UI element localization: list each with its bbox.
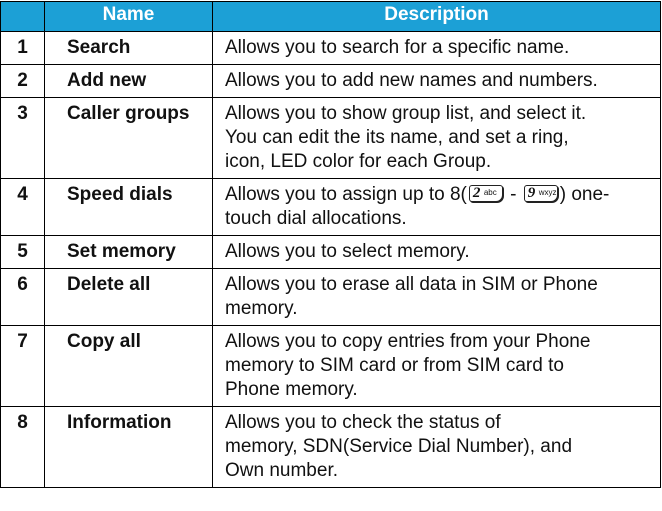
- row-name: Add new: [44, 64, 213, 98]
- row-name: Delete all: [44, 268, 213, 326]
- key-digit: 9: [527, 185, 536, 201]
- menu-description-table: Name Description 1 Search Allows you to …: [0, 1, 661, 488]
- row-description: Allows you to assign up to 8(2 abc - 9 wxy…: [212, 178, 661, 236]
- row-description: Allows you to show group list, and selec…: [212, 97, 661, 179]
- table-row: 4 Speed dials Allows you to assign up to…: [0, 178, 661, 236]
- description-line: icon, LED color for each Group.: [225, 151, 492, 172]
- description-line: Allows you to check the status of: [225, 412, 501, 433]
- key-2-abc-icon: 2 abc: [468, 185, 503, 202]
- description-line: Allows you to search for a specific name…: [225, 37, 570, 58]
- description-text: ) one-: [559, 184, 610, 205]
- description-line: memory.: [225, 298, 298, 319]
- table-row: 6 Delete all Allows you to erase all dat…: [0, 268, 661, 326]
- key-9-wxyz-icon: 9 wxyz: [523, 185, 558, 202]
- row-name: Copy all: [44, 325, 213, 407]
- description-line: You can edit the its name, and set a rin…: [225, 127, 569, 148]
- description-line: Own number.: [225, 460, 338, 481]
- row-number: 5: [0, 235, 45, 269]
- header-number-cell: [0, 1, 45, 32]
- row-description: Allows you to erase all data in SIM or P…: [212, 268, 661, 326]
- row-description: Allows you to search for a specific name…: [212, 31, 661, 65]
- table-row: 1 Search Allows you to search for a spec…: [0, 31, 661, 65]
- description-line: Allows you to erase all data in SIM or P…: [225, 274, 598, 295]
- table-header-row: Name Description: [0, 1, 661, 32]
- description-text: Allows you to assign up to 8(: [225, 184, 467, 205]
- row-number: 8: [0, 406, 45, 488]
- row-name: Information: [44, 406, 213, 488]
- description-text: -: [510, 184, 517, 205]
- table-row: 5 Set memory Allows you to select memory…: [0, 235, 661, 269]
- row-description: Allows you to check the status of memory…: [212, 406, 661, 488]
- header-name-cell: Name: [44, 1, 213, 32]
- key-digit: 2: [472, 185, 481, 201]
- description-line: Allows you to copy entries from your Pho…: [225, 331, 591, 352]
- row-name: Search: [44, 31, 213, 65]
- header-description-cell: Description: [212, 1, 661, 32]
- description-line: Allows you to add new names and numbers.: [225, 70, 598, 91]
- description-line: Allows you to show group list, and selec…: [225, 103, 587, 124]
- description-line: memory, SDN(Service Dial Number), and: [225, 436, 573, 457]
- row-number: 1: [0, 31, 45, 65]
- row-name: Set memory: [44, 235, 213, 269]
- table-row: 2 Add new Allows you to add new names an…: [0, 64, 661, 98]
- table-row: 7 Copy all Allows you to copy entries fr…: [0, 325, 661, 407]
- row-number: 7: [0, 325, 45, 407]
- row-number: 3: [0, 97, 45, 179]
- description-line: Allows you to select memory.: [225, 241, 470, 262]
- description-line: memory to SIM card or from SIM card to: [225, 355, 564, 376]
- table-row: 8 Information Allows you to check the st…: [0, 406, 661, 488]
- row-name: Caller groups: [44, 97, 213, 179]
- row-number: 6: [0, 268, 45, 326]
- row-number: 4: [0, 178, 45, 236]
- key-letters: wxyz: [538, 188, 557, 197]
- key-letters: abc: [483, 188, 497, 197]
- description-line: touch dial allocations.: [225, 208, 407, 229]
- row-description: Allows you to select memory.: [212, 235, 661, 269]
- row-description: Allows you to copy entries from your Pho…: [212, 325, 661, 407]
- row-number: 2: [0, 64, 45, 98]
- row-description: Allows you to add new names and numbers.: [212, 64, 661, 98]
- table-row: 3 Caller groups Allows you to show group…: [0, 97, 661, 179]
- description-line: Phone memory.: [225, 379, 358, 400]
- row-name: Speed dials: [44, 178, 213, 236]
- description-line-with-keys: Allows you to assign up to 8(2 abc - 9 wxy…: [225, 183, 650, 207]
